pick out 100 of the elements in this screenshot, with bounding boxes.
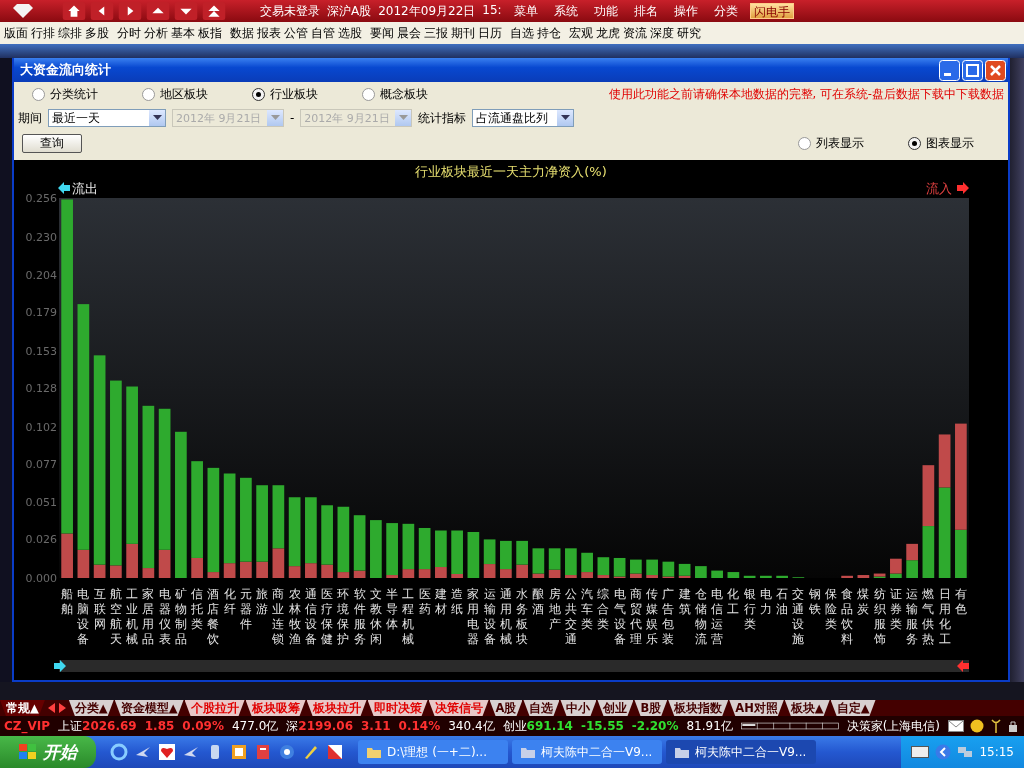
axis-label: 家居用品 bbox=[142, 587, 155, 646]
axis-label: 农林牧渔 bbox=[288, 587, 301, 646]
axis-label: 半导体 bbox=[386, 587, 399, 631]
window-title: 大资金流向统计 bbox=[20, 61, 111, 79]
inflow-label: 流入 bbox=[926, 181, 969, 196]
axis-label: 元器件 bbox=[239, 587, 252, 631]
axis-label: 建筑 bbox=[678, 587, 691, 616]
index-name: 深 bbox=[286, 717, 299, 735]
axis-label: 航空航天 bbox=[109, 587, 122, 646]
axis-label: 环境保护 bbox=[337, 587, 350, 646]
axis-label: 船舶 bbox=[61, 587, 74, 616]
index-amount: 81.91亿 bbox=[686, 717, 733, 735]
axis-label: 电器仪表 bbox=[158, 587, 171, 646]
radio-label: 概念板块 bbox=[380, 85, 428, 103]
axis-label: 汽车类 bbox=[581, 587, 594, 631]
axis-tick-label: 0.256 bbox=[25, 192, 57, 205]
axis-tick-label: 0.204 bbox=[25, 269, 57, 283]
axis-label: 有色 bbox=[954, 587, 967, 616]
axis-tick-label: 0.153 bbox=[25, 344, 57, 358]
axis-label: 化工 bbox=[727, 587, 740, 616]
date-separator: - bbox=[290, 111, 295, 125]
index-percent: 0.09% bbox=[182, 719, 224, 733]
index-percent: -2.20% bbox=[631, 719, 679, 733]
axis-label: 广告包装 bbox=[662, 587, 675, 646]
axis-label: 矿物制品 bbox=[174, 587, 187, 646]
axis-label: 商贸代理 bbox=[629, 587, 642, 646]
axis-tick-label: 0.077 bbox=[25, 457, 57, 471]
axis-label: 家用电器 bbox=[467, 587, 480, 646]
index-name: 创业 bbox=[502, 717, 527, 735]
axis-label: 纺织服饰 bbox=[873, 587, 886, 646]
axis-label: 食品饮料 bbox=[841, 587, 854, 646]
server-name: 决策家(上海电信) bbox=[846, 717, 940, 735]
axis-label: 建材 bbox=[434, 587, 447, 616]
axis-label: 电力 bbox=[759, 587, 772, 616]
index-amount: 477.0亿 bbox=[231, 717, 279, 735]
axis-label: 电信运营 bbox=[711, 587, 724, 646]
axis-label: 燃气供热 bbox=[922, 587, 935, 646]
axis-label: 酿酒 bbox=[532, 587, 545, 616]
status-text: 深沪A股 bbox=[327, 2, 372, 20]
axis-label: 证券类 bbox=[889, 587, 902, 631]
axis-label: 医疗保健 bbox=[321, 587, 334, 646]
clock: 15:15 bbox=[979, 745, 1014, 759]
axis-tick-label: 0.000 bbox=[25, 572, 57, 585]
axis-label: 房地产 bbox=[548, 587, 561, 631]
axis-label: 公共交通 bbox=[564, 587, 577, 646]
axis-tick-label: 0.179 bbox=[25, 306, 57, 320]
index-name: 上证 bbox=[58, 717, 83, 735]
axis-label: 旅游 bbox=[256, 587, 269, 616]
index-change: 3.11 bbox=[361, 719, 391, 733]
status-text: 2012年09月22日 bbox=[378, 2, 476, 20]
axis-label: 综合类 bbox=[597, 587, 610, 631]
index-value: 2026.69 bbox=[82, 719, 137, 733]
radio-label: 图表显示 bbox=[926, 134, 974, 152]
axis-label: 电脑设备 bbox=[77, 587, 90, 646]
axis-tick-label: 0.102 bbox=[25, 420, 57, 434]
axis-label: 信托类 bbox=[191, 587, 204, 631]
axis-tick-label: 0.051 bbox=[25, 496, 57, 510]
axis-label: 保险类 bbox=[824, 587, 837, 631]
axis-label: 石油 bbox=[776, 587, 789, 616]
axis-tick-label: 0.230 bbox=[25, 230, 57, 244]
axis-label: 电气设备 bbox=[613, 587, 626, 646]
field-label: 统计指标 bbox=[418, 109, 467, 127]
index-amount: 340.4亿 bbox=[448, 717, 495, 735]
chart-title: 行业板块最近一天主力净资入(%) bbox=[415, 164, 607, 179]
axis-label: 日用化工 bbox=[938, 587, 951, 646]
axis-label: 通用机械 bbox=[499, 587, 512, 646]
radio-label: 地区板块 bbox=[160, 85, 208, 103]
axis-label: 煤炭 bbox=[857, 587, 870, 616]
axis-label: 酒店餐饮 bbox=[207, 587, 220, 646]
axis-label: 化纤 bbox=[223, 587, 236, 616]
axis-label: 工程机械 bbox=[402, 587, 415, 646]
axis-label: 传媒娱乐 bbox=[646, 587, 659, 646]
status-text: 交易未登录 bbox=[260, 2, 320, 20]
axis-label: 仓储物流 bbox=[694, 587, 707, 646]
axis-tick-label: 0.026 bbox=[25, 533, 57, 547]
axis-label: 水务板块 bbox=[516, 587, 529, 646]
account-name: CZ_VIP bbox=[4, 719, 51, 733]
axis-label: 商业连锁 bbox=[272, 587, 285, 646]
notice-text: 使用此功能之前请确保本地数据的完整, 可在系统-盘后数据下载中下载数据 bbox=[608, 86, 1004, 102]
index-change: 1.85 bbox=[144, 719, 175, 733]
axis-label: 软件服务 bbox=[353, 587, 366, 646]
radio-label: 行业板块 bbox=[270, 85, 318, 103]
field-label: 期间 bbox=[18, 109, 42, 127]
axis-label: 医药 bbox=[418, 587, 431, 616]
axis-label: 钢铁 bbox=[808, 587, 821, 616]
axis-label: 运输服务 bbox=[906, 587, 919, 646]
status-text: 15: bbox=[482, 2, 502, 19]
outflow-label: 流出 bbox=[58, 181, 98, 196]
axis-label: 工业机械 bbox=[126, 587, 139, 646]
axis-label: 文教休闲 bbox=[369, 587, 382, 646]
index-value: 691.14 bbox=[526, 719, 573, 733]
axis-label: 通信设备 bbox=[304, 587, 317, 646]
radio-label: 列表显示 bbox=[816, 134, 864, 152]
axis-label: 运输设备 bbox=[483, 587, 496, 646]
index-value: 2199.06 bbox=[298, 719, 353, 733]
index-change: -15.55 bbox=[580, 719, 624, 733]
index-percent: 0.14% bbox=[398, 719, 441, 733]
axis-label: 银行类 bbox=[743, 587, 756, 631]
axis-label: 互联网 bbox=[93, 587, 106, 631]
axis-label: 交通设施 bbox=[792, 587, 805, 646]
